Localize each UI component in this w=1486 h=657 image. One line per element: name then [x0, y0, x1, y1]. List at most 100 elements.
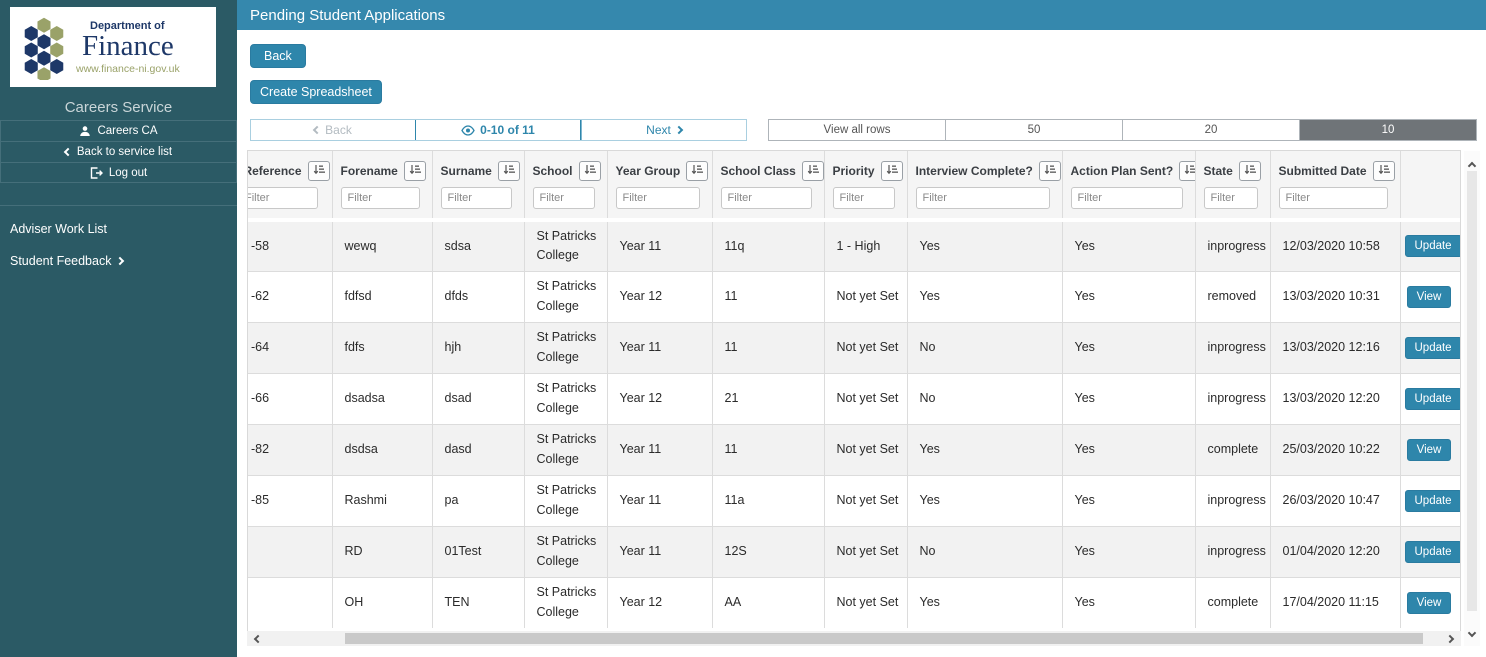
cell-surname: dfds — [432, 271, 525, 322]
cell-school: St Patricks College — [524, 475, 608, 526]
eye-icon — [461, 124, 475, 136]
table-row: -85 Rashmi pa St Patricks College Year 11 11a… — [248, 475, 1460, 526]
cell-school-class: 11q — [712, 220, 825, 271]
sidebar-nav: Adviser Work List Student Feedback — [0, 213, 237, 277]
cell-year-group: Year 11 — [607, 424, 713, 475]
cell-state: inprogress — [1195, 373, 1271, 424]
sort-button-year-group[interactable] — [686, 161, 709, 181]
cell-priority: Not yet Set — [824, 322, 908, 373]
filter-input-submitted-date[interactable] — [1278, 187, 1388, 209]
back-button[interactable]: Back — [250, 44, 306, 68]
update-button[interactable]: Update — [1404, 540, 1460, 563]
update-button[interactable]: Update — [1404, 489, 1460, 512]
sidebar-button-careers-ca[interactable]: Careers CA — [0, 120, 237, 141]
cell-year-group: Year 12 — [607, 271, 713, 322]
scroll-left-icon[interactable] — [247, 634, 269, 643]
cell-action-plan-sent: Yes — [1062, 322, 1196, 373]
table-row: -58 wewq sdsa St Patricks College Year 11 11q… — [248, 220, 1460, 271]
cell-school-class: 11 — [712, 271, 825, 322]
cell-forename: OH — [332, 577, 433, 628]
update-button[interactable]: Update — [1404, 235, 1460, 258]
vertical-scrollbar[interactable] — [1464, 151, 1480, 646]
cell-submitted-date: 12/03/2020 10:58 — [1270, 220, 1401, 271]
sort-button-priority[interactable] — [880, 161, 903, 181]
page-size-view-all-rows[interactable]: View all rows — [769, 120, 945, 140]
view-button[interactable]: View — [1406, 591, 1452, 614]
cell-submitted-date: 13/03/2020 12:20 — [1270, 373, 1401, 424]
main-content: Pending Student Applications Back Create… — [237, 0, 1486, 657]
cell-interview-complete: Yes — [907, 475, 1063, 526]
table-row: -82 dsdsa dasd St Patricks College Year 11 11… — [248, 424, 1460, 475]
vertical-scrollbar-thumb[interactable] — [1467, 171, 1477, 611]
sort-icon — [1378, 162, 1390, 180]
cell-reference — [248, 526, 333, 577]
view-button[interactable]: View — [1406, 438, 1452, 461]
page-size-10[interactable]: 10 — [1299, 120, 1476, 140]
filter-input-interview-complete[interactable] — [915, 187, 1050, 209]
horizontal-scrollbar[interactable] — [247, 631, 1461, 646]
sort-button-submitted-date[interactable] — [1372, 161, 1395, 181]
filter-input-action-plan-sent[interactable] — [1070, 187, 1183, 209]
sort-button-action-plan-sent[interactable] — [1179, 161, 1194, 181]
column-header-state: State — [1195, 151, 1271, 185]
cell-state: complete — [1195, 577, 1271, 628]
sort-button-interview-complete[interactable] — [1038, 161, 1061, 181]
scroll-down-icon[interactable] — [1467, 623, 1477, 641]
cell-interview-complete: Yes — [907, 220, 1063, 271]
filter-input-forename[interactable] — [340, 187, 420, 209]
careers-service-title: Careers Service — [64, 99, 173, 116]
filter-input-reference[interactable] — [248, 187, 318, 209]
sidebar-item-adviser-work-list[interactable]: Adviser Work List — [0, 213, 237, 245]
cell-reference: -66 — [248, 373, 333, 424]
cell-year-group: Year 12 — [607, 577, 713, 628]
filter-input-year-group[interactable] — [615, 187, 700, 209]
pager-back-button[interactable]: Back — [251, 120, 415, 140]
cell-forename: dsadsa — [332, 373, 433, 424]
sort-button-surname[interactable] — [497, 161, 520, 181]
pager-next-button[interactable]: Next — [581, 120, 746, 140]
filter-input-surname[interactable] — [440, 187, 512, 209]
sort-button-school[interactable] — [578, 161, 601, 181]
scroll-right-icon[interactable] — [1439, 634, 1461, 643]
cell-interview-complete: Yes — [907, 577, 1063, 628]
horizontal-scrollbar-thumb[interactable] — [345, 633, 1423, 644]
cell-action-plan-sent: Yes — [1062, 220, 1196, 271]
pager-range[interactable]: 0-10 of 11 — [415, 120, 581, 140]
cell-priority: Not yet Set — [824, 475, 908, 526]
filter-input-school[interactable] — [532, 187, 595, 209]
sort-button-school-class[interactable] — [801, 161, 823, 181]
cell-year-group: Year 11 — [607, 475, 713, 526]
sort-button-reference[interactable] — [307, 161, 330, 181]
sort-button-state[interactable] — [1238, 161, 1261, 181]
cell-actions: Update — [1400, 322, 1460, 373]
cell-action-plan-sent: Yes — [1062, 475, 1196, 526]
cell-forename: fdfsd — [332, 271, 433, 322]
filter-input-school-class[interactable] — [720, 187, 812, 209]
cell-action-plan-sent: Yes — [1062, 373, 1196, 424]
filter-input-priority[interactable] — [832, 187, 895, 209]
sort-button-forename[interactable] — [403, 161, 426, 181]
cell-state: complete — [1195, 424, 1271, 475]
filter-input-state[interactable] — [1203, 187, 1258, 209]
cell-actions: View — [1400, 424, 1460, 475]
update-button[interactable]: Update — [1404, 387, 1460, 410]
update-button[interactable]: Update — [1404, 336, 1460, 359]
sidebar-button-log-out[interactable]: Log out — [0, 162, 237, 183]
cell-submitted-date: 13/03/2020 12:16 — [1270, 322, 1401, 373]
sidebar-button-back-to-service-list[interactable]: Back to service list — [0, 141, 237, 162]
page-size-50[interactable]: 50 — [945, 120, 1122, 140]
cell-action-plan-sent: Yes — [1062, 577, 1196, 628]
page-title: Pending Student Applications — [237, 0, 1486, 30]
view-button[interactable]: View — [1406, 285, 1452, 308]
column-header-school-class: School Class — [712, 151, 825, 185]
chevron-left-icon — [63, 147, 73, 157]
sort-icon — [503, 162, 515, 180]
user-icon — [79, 125, 91, 137]
column-header-priority: Priority — [824, 151, 908, 185]
column-header-reference: Reference — [248, 151, 333, 185]
page-size-20[interactable]: 20 — [1122, 120, 1299, 140]
cell-actions: Update — [1400, 220, 1460, 271]
create-spreadsheet-button[interactable]: Create Spreadsheet — [250, 80, 382, 104]
sidebar-item-student-feedback[interactable]: Student Feedback — [0, 245, 237, 277]
column-header-forename: Forename — [332, 151, 433, 185]
